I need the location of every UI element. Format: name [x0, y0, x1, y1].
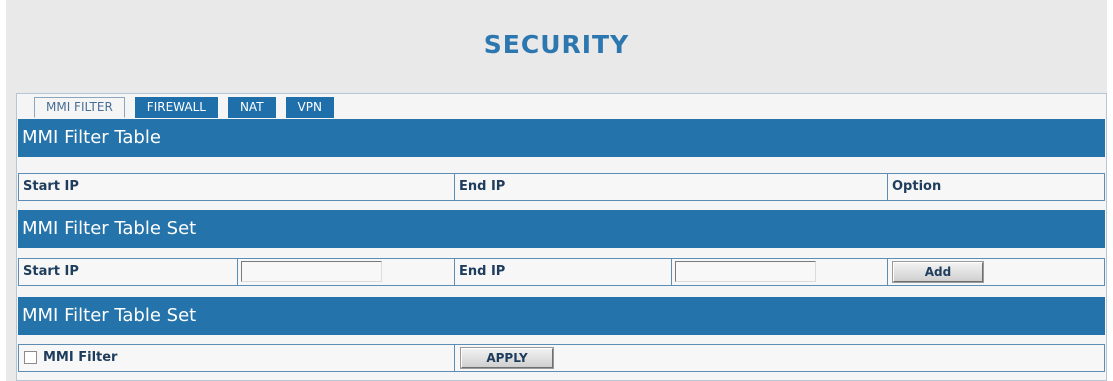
start-ip-label: Start IP: [23, 264, 79, 279]
filter-enable-row: MMI Filter APPLY: [18, 344, 1105, 372]
mmi-filter-table-header: MMI Filter Table: [18, 119, 1105, 157]
filter-table-column-headers: Start IP End IP Option: [18, 173, 1105, 201]
tab-nat[interactable]: NAT: [227, 97, 276, 118]
divider: [454, 345, 455, 371]
column-header-end-ip: End IP: [459, 179, 506, 194]
tab-firewall[interactable]: FIREWALL: [134, 97, 218, 118]
filter-set-row: Start IP End IP Add: [18, 258, 1105, 286]
tab-bar: MMI FILTER FIREWALL NAT VPN: [34, 97, 344, 118]
add-button[interactable]: Add: [892, 261, 984, 283]
mmi-filter-enable-header: MMI Filter Table Set: [18, 297, 1105, 335]
page-container: SECURITY MMI FILTER FIREWALL NAT VPN MMI…: [6, 0, 1107, 381]
end-ip-input[interactable]: [675, 261, 816, 282]
divider: [671, 259, 672, 285]
divider: [237, 259, 238, 285]
mmi-filter-checkbox[interactable]: [24, 351, 37, 364]
mmi-filter-table-set-header: MMI Filter Table Set: [18, 210, 1105, 248]
start-ip-input[interactable]: [241, 261, 382, 282]
column-header-option: Option: [892, 179, 942, 194]
security-panel: MMI FILTER FIREWALL NAT VPN MMI Filter T…: [16, 93, 1107, 381]
divider: [887, 259, 888, 285]
tab-vpn[interactable]: VPN: [285, 97, 334, 118]
page-title: SECURITY: [483, 30, 630, 59]
column-header-start-ip: Start IP: [23, 179, 79, 194]
tab-mmi-filter[interactable]: MMI FILTER: [34, 97, 125, 118]
apply-button[interactable]: APPLY: [460, 347, 554, 369]
mmi-filter-label: MMI Filter: [43, 350, 118, 365]
end-ip-label: End IP: [459, 264, 506, 279]
